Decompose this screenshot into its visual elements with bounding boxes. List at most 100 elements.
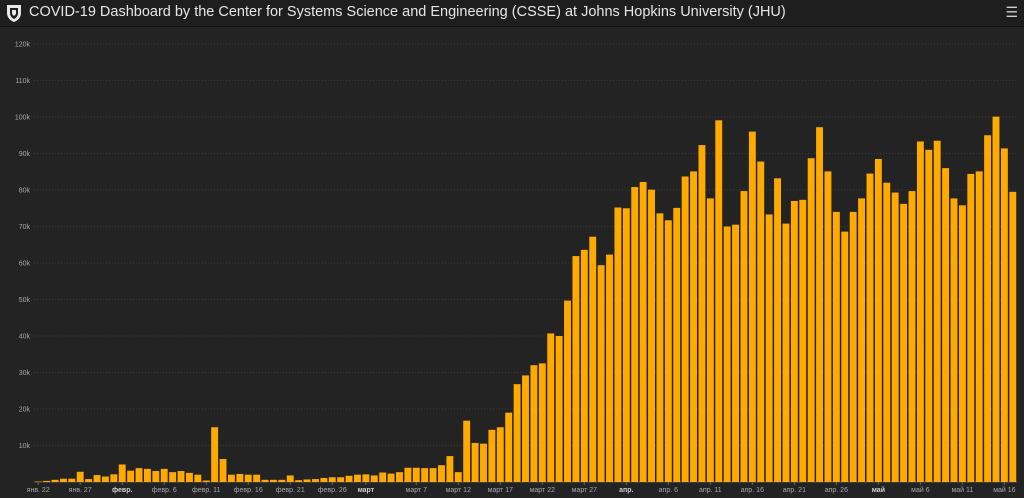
bar[interactable] [51,479,59,482]
bar[interactable] [446,456,454,482]
bar[interactable] [34,481,42,483]
bar[interactable] [211,427,219,482]
bar[interactable] [185,472,193,482]
bar[interactable] [379,472,387,482]
bar[interactable] [522,375,529,482]
bar[interactable] [496,427,504,482]
bar[interactable] [345,475,353,482]
bar[interactable] [93,475,101,482]
bar[interactable] [202,480,210,482]
bar[interactable] [975,171,983,482]
bar[interactable] [572,256,580,482]
bar[interactable] [68,478,76,482]
bar[interactable] [1000,148,1008,482]
bar[interactable] [715,120,723,482]
bar[interactable] [236,473,244,482]
bar[interactable] [152,471,160,482]
bar[interactable] [194,474,202,482]
bar[interactable] [412,467,420,482]
bar[interactable] [883,182,891,482]
bar[interactable] [681,176,689,482]
bar[interactable] [564,300,571,482]
bar[interactable] [85,479,93,482]
bar[interactable] [312,479,319,482]
bar[interactable] [664,220,672,483]
bar[interactable] [303,479,311,482]
bar[interactable] [76,471,84,482]
bar[interactable] [43,480,51,482]
bar[interactable] [782,223,790,482]
bar[interactable] [580,249,588,482]
bar[interactable] [404,467,412,482]
bar[interactable] [622,208,630,482]
bar[interactable] [732,224,739,483]
bar[interactable] [505,412,513,482]
bar[interactable] [538,363,546,482]
bar[interactable] [278,479,286,482]
bar[interactable] [59,478,67,482]
bar[interactable] [967,173,975,482]
bar[interactable] [597,265,605,482]
bar[interactable] [958,205,966,482]
bar[interactable] [471,442,479,482]
bar[interactable] [774,178,781,482]
bar[interactable] [362,474,370,482]
bar[interactable] [706,198,714,482]
bar[interactable] [513,384,521,482]
bar[interactable] [765,214,773,482]
bar[interactable] [824,171,832,482]
bar[interactable] [127,470,135,482]
bar[interactable] [816,127,824,482]
bar[interactable] [866,173,874,482]
bar[interactable] [690,171,697,482]
bar[interactable] [740,191,748,482]
bar[interactable] [916,141,924,482]
bar[interactable] [891,192,899,482]
bar[interactable] [547,333,555,482]
bar[interactable] [925,149,933,482]
bar[interactable] [396,472,403,482]
bar[interactable] [328,477,336,482]
bar[interactable] [933,140,941,482]
bar[interactable] [160,468,168,482]
bar[interactable] [370,475,378,482]
bar[interactable] [648,189,655,482]
bar[interactable] [337,477,345,482]
bar[interactable] [698,145,706,482]
bar[interactable] [900,203,908,482]
bar[interactable] [261,479,269,482]
bar[interactable] [723,226,731,483]
bar[interactable] [320,477,328,482]
bar[interactable] [639,181,647,482]
bar[interactable] [555,336,563,482]
bar[interactable] [219,459,227,482]
hamburger-menu-icon[interactable]: ☰ [1005,5,1018,19]
bar[interactable] [270,479,277,482]
bar[interactable] [790,200,798,482]
bar[interactable] [1009,191,1017,482]
bar[interactable] [874,158,882,482]
bar[interactable] [354,474,361,482]
bar[interactable] [984,135,992,482]
bar[interactable] [421,468,429,482]
bar[interactable] [748,131,756,482]
bar[interactable] [849,211,857,482]
bar[interactable] [429,468,437,482]
bar[interactable] [799,199,807,483]
bar[interactable] [118,464,126,482]
bar[interactable] [841,231,849,482]
bar[interactable] [950,198,958,482]
bar[interactable] [253,474,261,482]
bar[interactable] [143,468,151,482]
bar[interactable] [227,474,235,482]
bar[interactable] [832,211,840,482]
bar[interactable] [656,213,664,483]
bar[interactable] [110,474,118,482]
bar[interactable] [438,465,445,482]
bar[interactable] [614,207,622,482]
bar[interactable] [286,475,294,482]
bar[interactable] [454,472,462,482]
bar[interactable] [589,236,597,482]
bar[interactable] [673,207,681,482]
bar[interactable] [757,161,765,482]
